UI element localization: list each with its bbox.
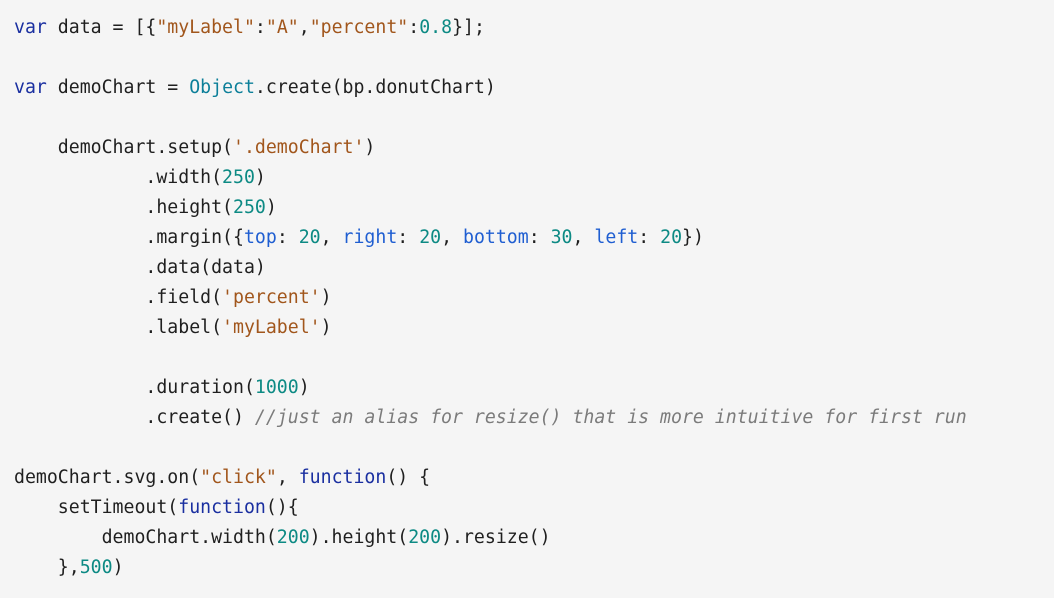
code-token-prop: top [243, 227, 277, 248]
code-token-plain: .margin({ [14, 227, 244, 248]
code-token-plain: (){ [265, 497, 299, 518]
code-token-plain: .duration( [14, 377, 255, 398]
code-token-num: 0.8 [419, 17, 453, 38]
code-line: .create() //just an alias for resize() t… [14, 403, 1054, 433]
code-token-plain: : [408, 17, 420, 38]
code-token-plain: .data(data) [14, 257, 266, 278]
code-token-fn: Object [189, 77, 255, 98]
code-token-plain: .field( [14, 287, 223, 308]
code-token-plain: ).resize() [441, 527, 551, 548]
code-token-plain: ) [112, 557, 124, 578]
code-token-str: "myLabel" [156, 17, 255, 38]
code-token-str: "click" [200, 467, 277, 488]
code-line: .height(250) [14, 193, 1054, 223]
code-token-num: 500 [79, 557, 113, 578]
code-token-plain: }]; [452, 17, 485, 38]
code-token-plain: .label( [14, 317, 223, 338]
code-token-str: 'percent' [222, 287, 321, 308]
code-token-plain: demoChart.width( [14, 527, 277, 548]
code-line: .margin({top: 20, right: 20, bottom: 30,… [14, 223, 1054, 253]
code-token-plain: : [397, 227, 420, 248]
code-token-kw: function [178, 497, 266, 518]
code-token-str: "A" [265, 17, 299, 38]
code-token-plain: demoChart.svg.on( [14, 467, 201, 488]
code-token-plain: ).height( [309, 527, 409, 548]
code-token-str: '.demoChart' [233, 137, 365, 158]
code-token-com: //just an alias for resize() that is mor… [254, 407, 967, 428]
code-token-plain: .width( [14, 167, 223, 188]
code-token-plain: , [298, 17, 310, 38]
code-token-plain: ) [320, 287, 332, 308]
code-token-plain: }, [14, 557, 80, 578]
code-token-num: 30 [550, 227, 573, 248]
code-token-num: 1000 [254, 377, 299, 398]
code-token-plain: .create(bp.donutChart) [254, 77, 496, 98]
code-token-plain: , [276, 467, 299, 488]
code-token-str: "percent" [309, 17, 409, 38]
code-token-num: 250 [233, 197, 266, 218]
code-line: .duration(1000) [14, 373, 1054, 403]
code-token-prop: bottom [463, 227, 529, 248]
code-token-kw: var [14, 77, 47, 98]
code-token-prop: right [342, 227, 398, 248]
code-token-plain: ) [320, 317, 332, 338]
code-token-prop: left [594, 227, 639, 248]
code-line: .label('myLabel') [14, 313, 1054, 343]
code-token-plain: : [254, 17, 266, 38]
code-line: var data = [{"myLabel":"A","percent":0.8… [14, 13, 1054, 43]
code-token-num: 250 [222, 167, 255, 188]
code-token-plain: ) [298, 377, 310, 398]
code-line: demoChart.setup('.demoChart') [14, 133, 1054, 163]
code-token-plain: : [638, 227, 661, 248]
code-token-plain: demoChart.setup( [14, 137, 233, 158]
code-token-plain: () { [386, 467, 431, 488]
code-token-plain: , [572, 227, 595, 248]
code-token-num: 20 [660, 227, 683, 248]
code-token-kw: var [14, 17, 47, 38]
code-line: .field('percent') [14, 283, 1054, 313]
code-token-num: 200 [408, 527, 442, 548]
code-token-num: 20 [298, 227, 321, 248]
code-line: demoChart.width(200).height(200).resize(… [14, 523, 1054, 553]
code-line: },500) [14, 553, 1054, 583]
code-token-plain: setTimeout( [14, 497, 179, 518]
code-line: setTimeout(function(){ [14, 493, 1054, 523]
code-token-plain: demoChart = [46, 77, 190, 98]
code-token-plain: .height( [14, 197, 233, 218]
code-line: .data(data) [14, 253, 1054, 283]
code-token-kw: function [298, 467, 387, 488]
code-snippet: var data = [{"myLabel":"A","percent":0.8… [0, 0, 1054, 598]
code-token-plain: data = [{ [46, 17, 157, 38]
code-token-plain: , [441, 227, 463, 248]
code-token-num: 20 [419, 227, 442, 248]
code-line: var demoChart = Object.create(bp.donutCh… [14, 73, 1054, 103]
code-token-plain: ) [364, 137, 376, 158]
code-token-plain: ) [254, 167, 266, 188]
code-token-plain: }) [682, 227, 704, 248]
code-token-plain: .create() [14, 407, 255, 428]
code-token-plain: , [320, 227, 343, 248]
code-line: .width(250) [14, 163, 1054, 193]
code-token-num: 200 [276, 527, 310, 548]
code-token-str: 'myLabel' [222, 317, 321, 338]
code-token-plain: : [528, 227, 551, 248]
code-token-plain: : [276, 227, 299, 248]
code-token-plain: ) [265, 197, 277, 218]
code-line: demoChart.svg.on("click", function() { [14, 463, 1054, 493]
